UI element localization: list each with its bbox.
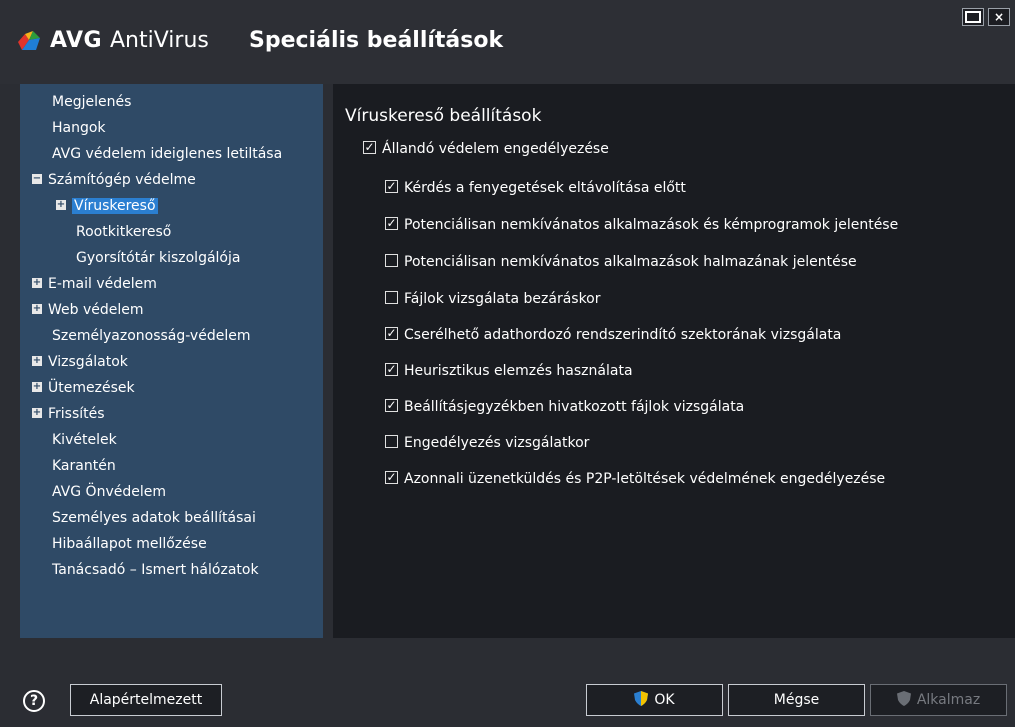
ok-button[interactable]: OK (586, 684, 723, 716)
checkbox-checked[interactable]: ✓ (385, 217, 398, 230)
footer: ? Alapértelmezett OK Mégse Alkalmaz (0, 638, 1015, 727)
option-pup-halmaz[interactable]: Potenciálisan nemkívánatos alkalmazások … (385, 251, 857, 273)
checkbox-checked[interactable]: ✓ (385, 363, 398, 376)
option-rendszerindito-szektor[interactable]: ✓ Cserélhető adathordozó rendszerindító s… (385, 324, 841, 346)
sidebar-item-vizsgalatok[interactable]: + Vizsgálatok (32, 351, 128, 373)
option-heurisztikus[interactable]: ✓ Heurisztikus elemzés használata (385, 360, 633, 382)
option-im-p2p[interactable]: ✓ Azonnali üzenetküldés és P2P-letöltések… (385, 468, 885, 490)
shield-icon (634, 691, 649, 706)
section-title: Víruskereső beállítások (345, 106, 542, 126)
sidebar-item-web-vedelem[interactable]: + Web védelem (32, 299, 144, 321)
sidebar-item-viruskereso[interactable]: + Víruskereső (56, 195, 158, 217)
checkbox-checked[interactable]: ✓ (363, 141, 376, 154)
checkbox-unchecked[interactable] (385, 254, 398, 267)
expand-icon[interactable]: + (32, 382, 42, 392)
sidebar-item-kivetelek[interactable]: Kivételek (52, 429, 117, 451)
option-kerdes-eltavolitas[interactable]: ✓ Kérdés a fenyegetések eltávolítása előt… (385, 177, 686, 199)
sidebar-item-utemezesek[interactable]: + Ütemezések (32, 377, 135, 399)
option-engedelyezes-vizsgalatkor[interactable]: Engedélyezés vizsgálatkor (385, 432, 589, 454)
sidebar-item-onvedelem[interactable]: AVG Önvédelem (52, 481, 166, 503)
title-bar: AVG AntiVirus Speciális beállítások × (0, 0, 1015, 84)
sidebar-item-hibaallapot[interactable]: Hibaállapot mellőzése (52, 533, 207, 555)
settings-panel: Víruskereső beállítások ✓ Állandó védelem… (333, 84, 1015, 638)
apply-button[interactable]: Alkalmaz (870, 684, 1007, 716)
sidebar-item-karanten[interactable]: Karantén (52, 455, 116, 477)
option-fajlok-bezaraskor[interactable]: Fájlok vizsgálata bezáráskor (385, 288, 601, 310)
sidebar-item-hangok[interactable]: Hangok (52, 117, 106, 139)
sidebar-item-szemelyazonossag[interactable]: Személyazonosság-védelem (52, 325, 250, 347)
sidebar-item-rootkitkereso[interactable]: Rootkitkereső (76, 221, 171, 243)
checkbox-unchecked[interactable] (385, 435, 398, 448)
expand-icon[interactable]: + (56, 200, 66, 210)
shield-icon (896, 691, 911, 706)
settings-tree: Megjelenés Hangok AVG védelem ideiglenes… (20, 84, 323, 638)
expand-icon[interactable]: + (32, 304, 42, 314)
close-button[interactable]: × (988, 8, 1010, 26)
sidebar-item-gyorsitotar[interactable]: Gyorsítótár kiszolgálója (76, 247, 240, 269)
sidebar-item-vedelem-letiltasa[interactable]: AVG védelem ideiglenes letiltása (52, 143, 282, 165)
avg-logo-icon (18, 31, 40, 50)
checkbox-checked[interactable]: ✓ (385, 180, 398, 193)
sidebar-item-frissites[interactable]: + Frissítés (32, 403, 105, 425)
sidebar-item-szemelyes-adatok[interactable]: Személyes adatok beállításai (52, 507, 256, 529)
checkbox-unchecked[interactable] (385, 291, 398, 304)
expand-icon[interactable]: + (32, 278, 42, 288)
brand-name: AVG (50, 28, 103, 53)
checkbox-checked[interactable]: ✓ (385, 327, 398, 340)
sidebar-item-email-vedelem[interactable]: + E-mail védelem (32, 273, 157, 295)
maximize-button[interactable] (962, 8, 984, 26)
sidebar-item-megjelenes[interactable]: Megjelenés (52, 91, 131, 113)
sidebar-item-szamitogep-vedelme[interactable]: − Számítógép védelme (32, 169, 196, 191)
window-title: Speciális beállítások (249, 28, 504, 53)
sidebar-item-tanacsado[interactable]: Tanácsadó – Ismert hálózatok (52, 559, 259, 581)
expand-icon[interactable]: + (32, 408, 42, 418)
expand-icon[interactable]: + (32, 356, 42, 366)
maximize-icon (965, 11, 981, 23)
product-name: AntiVirus (110, 28, 209, 53)
option-beallitasjegyzek[interactable]: ✓ Beállításjegyzékben hivatkozott fájlok … (385, 396, 744, 418)
default-button[interactable]: Alapértelmezett (70, 684, 222, 716)
collapse-icon[interactable]: − (32, 174, 42, 184)
option-pup-kemprogramok[interactable]: ✓ Potenciálisan nemkívánatos alkalmazások… (385, 214, 898, 236)
checkbox-checked[interactable]: ✓ (385, 471, 398, 484)
option-allando-vedelem[interactable]: ✓ Állandó védelem engedélyezése (363, 138, 609, 160)
help-icon[interactable]: ? (23, 690, 45, 712)
checkbox-checked[interactable]: ✓ (385, 399, 398, 412)
cancel-button[interactable]: Mégse (728, 684, 865, 716)
